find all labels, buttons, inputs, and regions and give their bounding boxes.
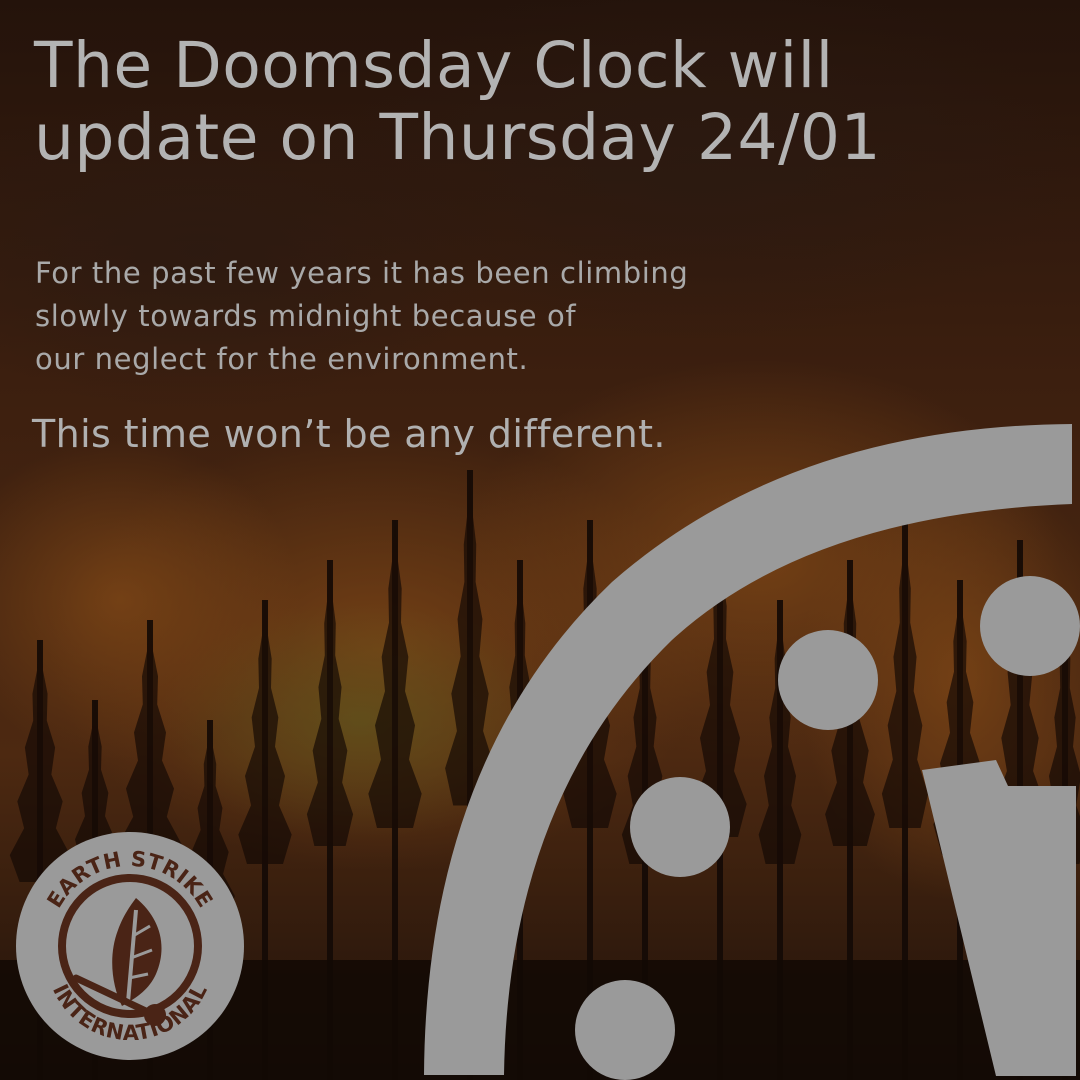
clock-dot-middle <box>630 777 730 877</box>
clock-dot-upper <box>778 630 878 730</box>
poster: The Doomsday Clock will update on Thursd… <box>0 0 1080 1080</box>
clock-hand <box>922 760 1076 1076</box>
clock-dot-bottom <box>575 980 675 1080</box>
clock-dot-top-right <box>980 576 1080 676</box>
earth-strike-logo: EARTH STRIKE INTERNATIONAL <box>16 832 244 1060</box>
